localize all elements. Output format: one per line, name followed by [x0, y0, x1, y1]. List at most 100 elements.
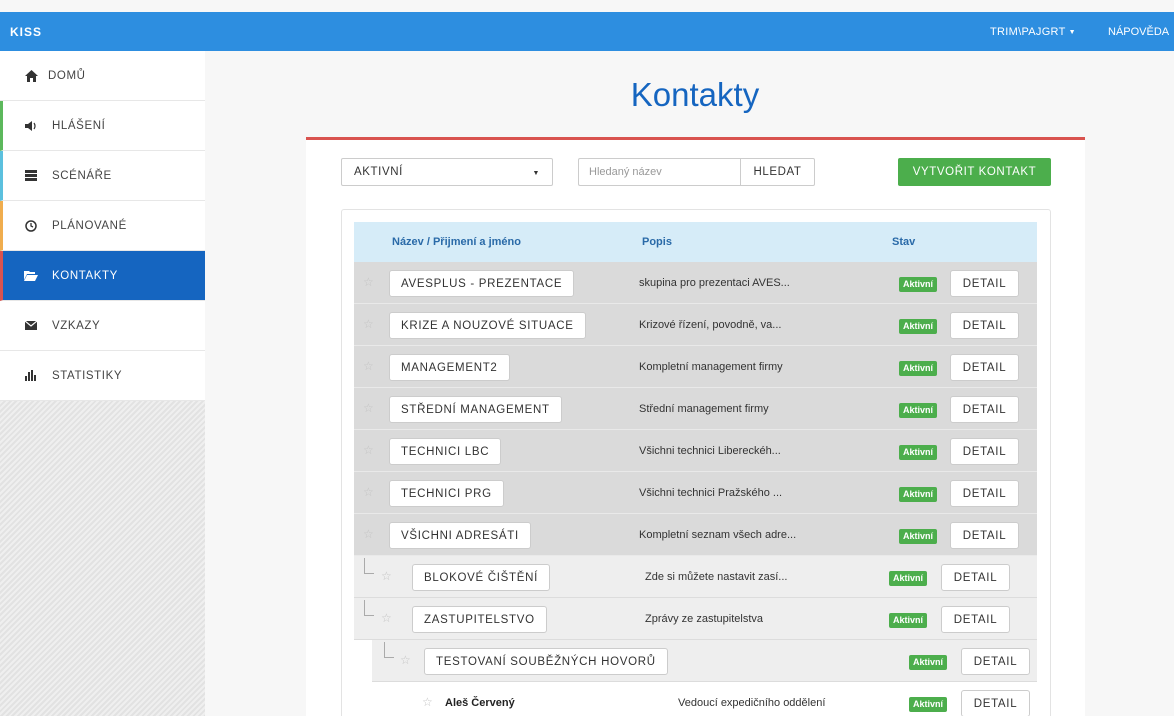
sidebar-item-home[interactable]: DOMŮ [0, 51, 205, 101]
status-badge: Aktivní [899, 361, 938, 376]
contact-name-button[interactable]: TECHNICI PRG [389, 480, 504, 507]
table-row: ☆ ZASTUPITELSTVO Zprávy ze zastupitelstv… [354, 598, 1037, 640]
caret-down-icon: ▼ [532, 170, 540, 177]
contact-description: Kompletní seznam všech adre... [639, 529, 797, 541]
star-icon[interactable]: ☆ [400, 653, 411, 667]
contact-name-button[interactable]: KRIZE A NOUZOVÉ SITUACE [389, 312, 586, 339]
star-icon[interactable]: ☆ [363, 485, 374, 499]
table-row: ☆ MANAGEMENT2 Kompletní management firmy… [354, 346, 1037, 388]
star-icon[interactable]: ☆ [422, 695, 433, 709]
detail-button[interactable]: DETAIL [950, 396, 1019, 423]
sidebar-item-label: PLÁNOVANÉ [52, 219, 127, 232]
search-input[interactable] [578, 158, 740, 186]
brand-logo[interactable]: KISS [10, 25, 42, 39]
contact-description: Všichni technici Pražského ... [639, 487, 783, 499]
contact-description: Kompletní management firmy [639, 361, 783, 373]
detail-button[interactable]: DETAIL [961, 690, 1030, 716]
sidebar-item-label: VZKAZY [52, 319, 101, 332]
status-badge: Aktivní [899, 529, 938, 544]
detail-button[interactable]: DETAIL [961, 648, 1030, 675]
search-button[interactable]: HLEDAT [740, 158, 815, 186]
column-header-name[interactable]: Název / Přijmení a jméno [392, 236, 521, 248]
detail-button[interactable]: DETAIL [950, 270, 1019, 297]
table-header: Název / Přijmení a jméno Popis Stav [354, 222, 1037, 262]
clock-icon [24, 219, 38, 232]
contact-name-button[interactable]: MANAGEMENT2 [389, 354, 510, 381]
sidebar-item-label: DOMŮ [48, 69, 86, 82]
status-filter-value: AKTIVNÍ [354, 166, 403, 178]
status-badge: Aktivní [899, 319, 938, 334]
table-row: ☆ BLOKOVÉ ČIŠTĚNÍ Zde si můžete nastavit… [354, 556, 1037, 598]
detail-button[interactable]: DETAIL [950, 480, 1019, 507]
star-icon[interactable]: ☆ [363, 275, 374, 289]
user-menu-dropdown[interactable]: TRIM\PAJGRT ▼ [990, 26, 1076, 38]
status-badge: Aktivní [899, 403, 938, 418]
detail-button[interactable]: DETAIL [950, 312, 1019, 339]
envelope-icon [24, 321, 38, 330]
detail-button[interactable]: DETAIL [941, 564, 1010, 591]
tasks-icon [24, 170, 38, 181]
contact-name-button[interactable]: TESTOVANÍ SOUBĚŽNÝCH HOVORŮ [424, 648, 668, 675]
status-badge: Aktivní [899, 487, 938, 502]
contact-description: Střední management firmy [639, 403, 769, 415]
caret-down-icon: ▼ [1068, 28, 1076, 36]
contact-name-button[interactable]: BLOKOVÉ ČIŠTĚNÍ [412, 564, 551, 591]
contact-name-button[interactable]: VŠICHNI ADRESÁTI [389, 522, 531, 549]
contact-name-button[interactable]: STŘEDNÍ MANAGEMENT [389, 396, 562, 423]
sidebar-item-statistics[interactable]: STATISTIKY [0, 351, 205, 401]
star-icon[interactable]: ☆ [381, 611, 392, 625]
sidebar-item-planned[interactable]: PLÁNOVANÉ [0, 201, 205, 251]
contact-name-button[interactable]: AVESPLUS - PREZENTACE [389, 270, 575, 297]
star-icon[interactable]: ☆ [363, 443, 374, 457]
table-row: ☆ AVESPLUS - PREZENTACE skupina pro prez… [354, 262, 1037, 304]
volume-icon [24, 120, 38, 131]
contact-name-button[interactable]: ZASTUPITELSTVO [412, 606, 547, 633]
create-contact-button[interactable]: VYTVOŘIT KONTAKT [898, 158, 1051, 186]
contact-description: Všichni technici Libereckéh... [639, 445, 781, 457]
column-header-description[interactable]: Popis [642, 236, 672, 248]
help-link[interactable]: NÁPOVĚDA [1108, 26, 1169, 38]
bar-chart-icon [24, 370, 38, 381]
contact-description: Zde si můžete nastavit zasí... [645, 571, 788, 583]
star-icon[interactable]: ☆ [363, 317, 374, 331]
table-row: ☆ STŘEDNÍ MANAGEMENT Střední management … [354, 388, 1037, 430]
top-navbar: KISS TRIM\PAJGRT ▼ NÁPOVĚDA [0, 12, 1174, 51]
status-badge: Aktivní [889, 613, 928, 628]
sidebar-item-announcements[interactable]: HLÁŠENÍ [0, 101, 205, 151]
detail-button[interactable]: DETAIL [950, 522, 1019, 549]
status-badge: Aktivní [889, 571, 928, 586]
sidebar-item-label: STATISTIKY [52, 369, 123, 382]
column-header-status[interactable]: Stav [892, 236, 915, 248]
table-row: ☆ TESTOVANÍ SOUBĚŽNÝCH HOVORŮ Aktivní DE… [372, 640, 1037, 682]
status-badge: Aktivní [899, 445, 938, 460]
table-row: ☆ VŠICHNI ADRESÁTI Kompletní seznam všec… [354, 514, 1037, 556]
contact-description: Krizové řízení, povodně, va... [639, 319, 782, 331]
contact-name-button[interactable]: TECHNICI LBC [389, 438, 502, 465]
table-row: ☆ TECHNICI PRG Všichni technici Pražskéh… [354, 472, 1037, 514]
star-icon[interactable]: ☆ [381, 569, 392, 583]
page-title: Kontakty [630, 76, 760, 113]
detail-button[interactable]: DETAIL [950, 438, 1019, 465]
tree-connector [364, 558, 374, 574]
star-icon[interactable]: ☆ [363, 527, 374, 541]
sidebar-item-label: KONTAKTY [52, 269, 118, 282]
home-icon [24, 69, 38, 82]
status-badge: Aktivní [909, 697, 948, 712]
status-badge: Aktivní [909, 655, 948, 670]
status-filter-select[interactable]: AKTIVNÍ ▼ [341, 158, 553, 186]
sidebar-item-label: SCÉNÁŘE [52, 169, 112, 182]
tree-connector [364, 600, 374, 616]
sidebar-item-label: HLÁŠENÍ [52, 119, 106, 132]
detail-button[interactable]: DETAIL [941, 606, 1010, 633]
contact-description: Zprávy ze zastupitelstva [645, 613, 763, 625]
tree-connector [384, 642, 394, 658]
contact-person-name[interactable]: Aleš Červený [445, 697, 515, 709]
detail-button[interactable]: DETAIL [950, 354, 1019, 381]
sidebar-item-scenarios[interactable]: SCÉNÁŘE [0, 151, 205, 201]
sidebar-item-messages[interactable]: VZKAZY [0, 301, 205, 351]
contact-description: skupina pro prezentaci AVES... [639, 277, 790, 289]
table-row: ☆ KRIZE A NOUZOVÉ SITUACE Krizové řízení… [354, 304, 1037, 346]
star-icon[interactable]: ☆ [363, 359, 374, 373]
star-icon[interactable]: ☆ [363, 401, 374, 415]
sidebar-item-contacts[interactable]: KONTAKTY [0, 251, 205, 301]
